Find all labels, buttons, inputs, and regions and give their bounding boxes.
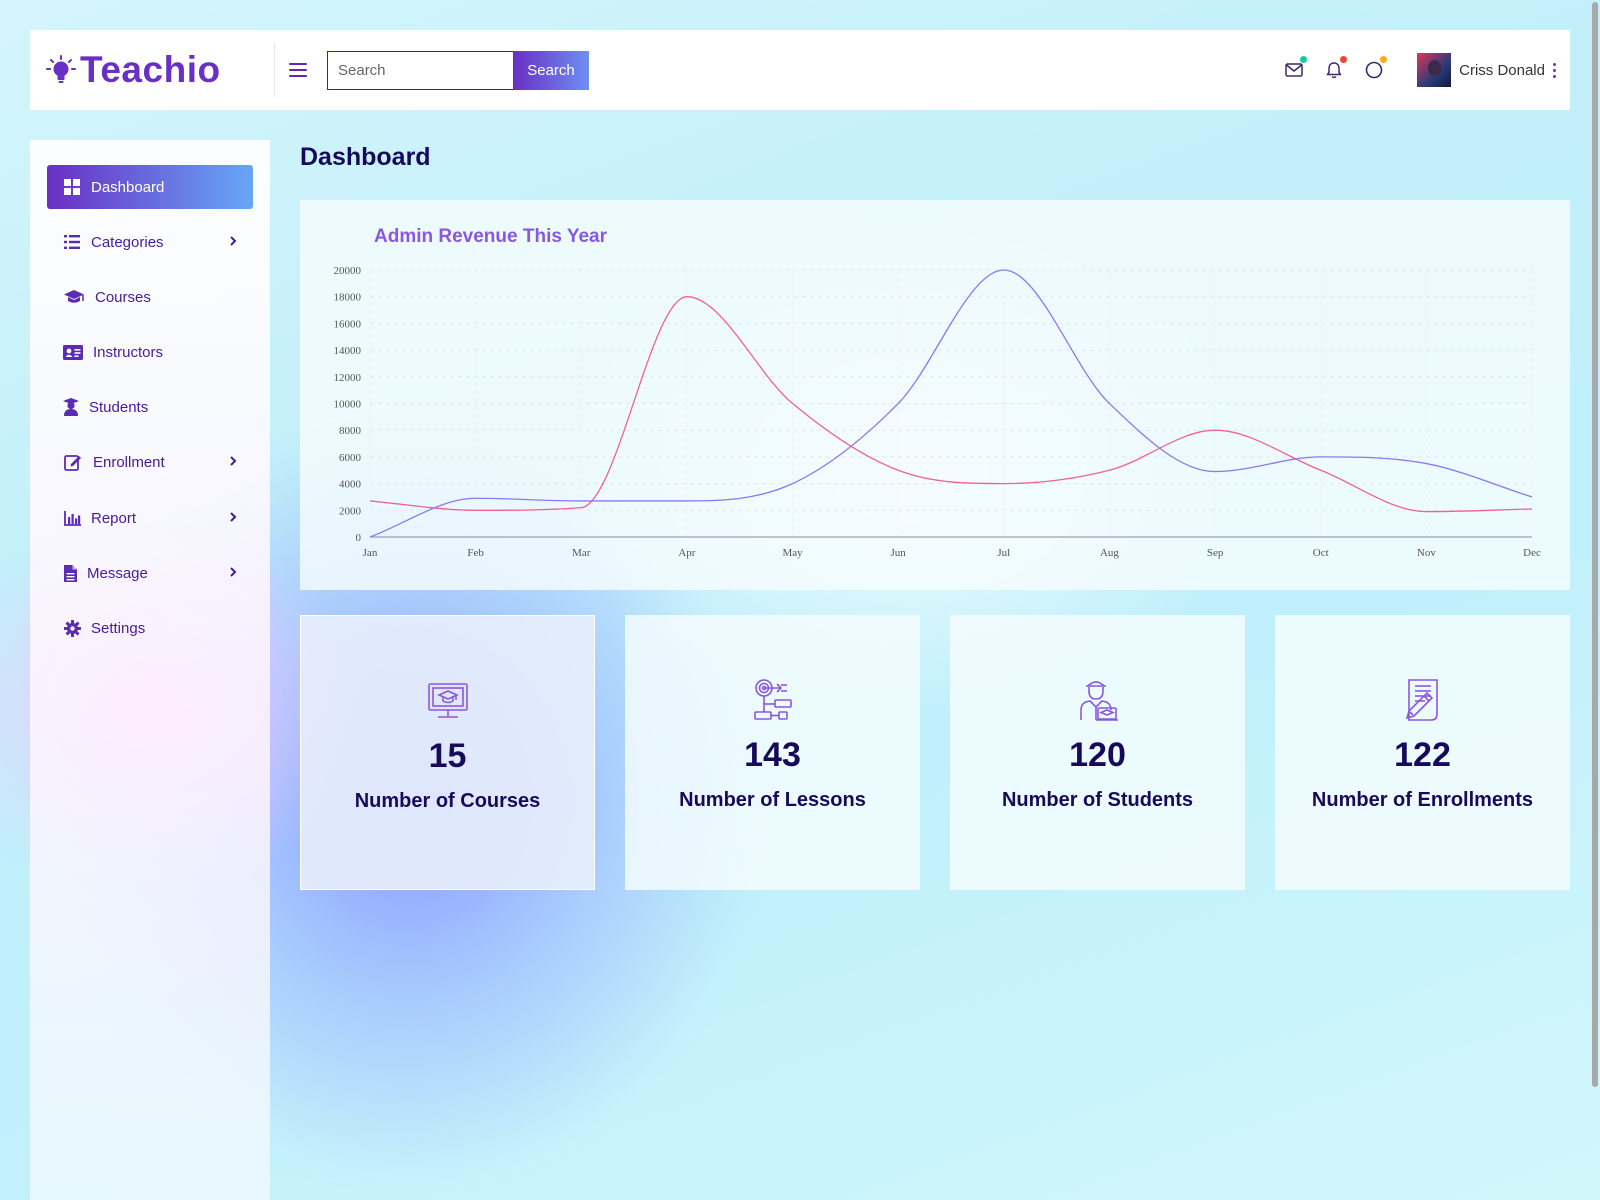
sidebar: Dashboard Categories Courses Instructors… [30,140,270,1200]
student-laptop-icon [1079,681,1118,721]
graduation-cap-icon [63,288,85,306]
x-tick-label: Feb [467,547,484,559]
y-tick-label: 20000 [334,265,362,277]
stat-card-courses[interactable]: 15 Number of Courses [300,615,595,890]
file-icon [63,564,77,582]
sidebar-item-label: Instructors [93,343,164,361]
y-tick-label: 14000 [334,345,362,357]
sidebar-item-label: Message [87,564,148,582]
stat-card-enrollments[interactable]: 122 Number of Enrollments [1275,615,1570,890]
page-scrollbar[interactable] [1592,2,1598,1087]
header-divider [274,43,275,97]
page-title: Dashboard [300,143,431,171]
grid-icon [63,178,81,196]
x-tick-label: Nov [1417,547,1436,559]
y-tick-label: 18000 [334,292,362,304]
search-button[interactable]: Search [513,50,589,90]
user-name[interactable]: Criss Donald [1459,62,1545,79]
header-actions: Criss Donald [1283,53,1556,87]
document-pencil-icon [1405,679,1438,721]
stat-value: 143 [744,736,801,774]
sidebar-item-enrollment[interactable]: Enrollment [47,440,253,484]
x-tick-label: Apr [678,547,695,559]
x-tick-label: Jul [997,547,1010,559]
edit-icon [63,453,83,471]
sidebar-item-message[interactable]: Message [47,551,253,595]
x-tick-label: Oct [1313,547,1329,559]
bell-icon [1326,62,1342,79]
monitor-graduation-icon [427,683,468,718]
stat-value: 15 [428,737,467,775]
circle-icon [1365,61,1383,79]
status-badge [1380,56,1388,63]
sidebar-item-instructors[interactable]: Instructors [47,330,253,374]
stat-card-lessons[interactable]: 143 Number of Lessons [625,615,920,890]
sidebar-item-label: Courses [95,288,151,306]
stat-label: Number of Lessons [679,789,866,811]
sidebar-item-label: Students [89,398,149,416]
bar-chart-icon [63,509,81,527]
x-tick-label: Mar [572,547,591,559]
y-tick-label: 4000 [339,479,362,491]
stat-label: Number of Courses [354,790,541,812]
y-tick-label: 6000 [339,452,362,464]
stat-value: 122 [1394,736,1451,774]
chevron-right-icon [230,512,237,522]
sidebar-item-students[interactable]: Students [47,385,253,429]
y-tick-label: 12000 [334,372,362,384]
avatar[interactable] [1417,53,1452,87]
y-tick-label: 2000 [339,505,362,517]
x-tick-label: Jun [891,547,907,559]
x-tick-label: May [782,547,803,559]
sidebar-item-label: Enrollment [93,453,165,471]
sidebar-item-categories[interactable]: Categories [47,220,253,264]
sidebar-item-label: Report [91,509,137,527]
stat-label: Number of Enrollments [1311,789,1534,811]
top-bar: Teachio Search Cri [30,30,1570,110]
lightbulb-icon [46,55,76,83]
sidebar-item-dashboard[interactable]: Dashboard [47,165,253,209]
x-tick-label: Aug [1100,547,1119,559]
stat-value: 120 [1069,736,1126,774]
revenue-chart-card: Admin Revenue This Year 0 2000 4000 6000 800… [300,200,1570,590]
bell-notification[interactable] [1323,56,1348,81]
sidebar-item-settings[interactable]: Settings [47,606,253,650]
sidebar-item-label: Categories [91,233,164,251]
id-card-icon [63,343,83,361]
user-graduate-icon [63,398,79,416]
sidebar-item-label: Dashboard [91,178,165,196]
target-flow-icon [753,679,792,720]
search-bar: Search [327,50,589,90]
x-tick-label: Sep [1207,547,1224,559]
envelope-icon [1285,63,1303,77]
series-line-1 [369,296,1533,513]
chevron-right-icon [230,236,237,246]
y-tick-label: 0 [356,532,362,544]
y-tick-label: 10000 [334,399,362,411]
gear-icon [63,619,81,637]
stat-label: Number of Students [1001,789,1194,811]
stat-card-students[interactable]: 120 Number of Students [950,615,1245,890]
menu-toggle-icon[interactable] [289,63,307,77]
search-input[interactable] [327,50,513,90]
logo[interactable]: Teachio [46,49,274,91]
x-tick-label: Dec [1523,547,1541,559]
y-tick-label: 8000 [339,425,362,437]
logo-text: Teachio [80,49,221,90]
sidebar-item-report[interactable]: Report [47,496,253,540]
list-icon [63,233,81,251]
status-toggle[interactable] [1363,56,1388,81]
mail-notification[interactable] [1283,56,1308,81]
chevron-right-icon [230,567,237,577]
sidebar-item-courses[interactable]: Courses [47,275,253,319]
sidebar-item-label: Settings [91,619,146,637]
revenue-chart: 0 2000 4000 6000 8000 10000 12000 14000 16000 180… [334,265,1541,559]
mail-badge [1300,56,1308,63]
chevron-right-icon [230,456,237,466]
bell-badge [1340,56,1348,63]
y-tick-label: 16000 [334,318,362,330]
user-menu-icon[interactable] [1553,62,1556,78]
x-tick-label: Jan [363,547,378,559]
